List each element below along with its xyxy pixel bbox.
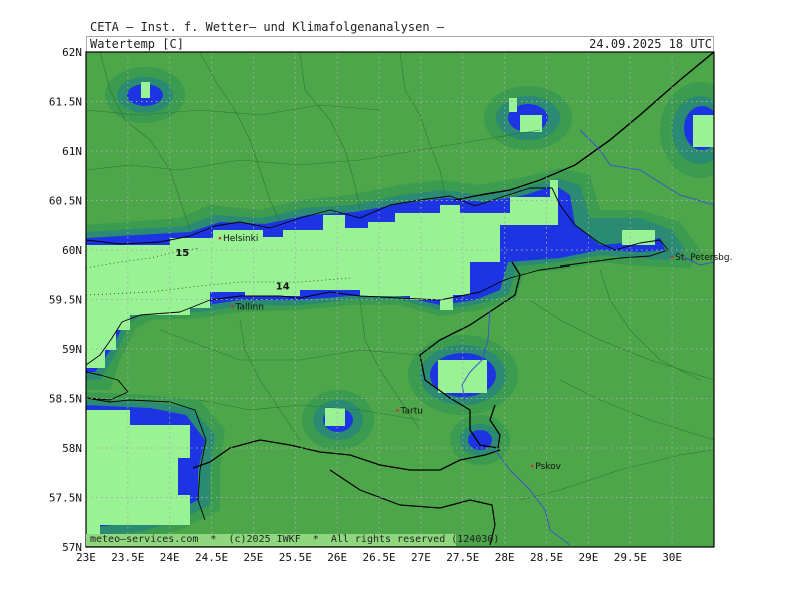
lon-label: 26.5E — [363, 551, 396, 564]
lake-small-nw — [141, 82, 150, 98]
longitude-labels: 23E 23.5E 24E 24.5E 25E 25.5E 26E 26.5E 27E 27.5E… — [76, 551, 682, 564]
contour-label: 14 — [276, 282, 290, 293]
city-label: Tartu — [399, 406, 422, 416]
contour-label: 15 — [175, 248, 189, 259]
lat-label: 59N — [62, 343, 82, 356]
lon-label: 24E — [160, 551, 180, 564]
lake-ne-2 — [520, 115, 542, 132]
lon-label: 25E — [244, 551, 264, 564]
lat-label: 59.5N — [49, 294, 82, 307]
lon-label: 28E — [495, 551, 515, 564]
lon-label: 30E — [662, 551, 682, 564]
city-marker — [218, 236, 222, 240]
lake-vortsjarv — [325, 408, 345, 426]
lat-label: 60N — [62, 244, 82, 257]
lon-label: 27.5E — [446, 551, 479, 564]
city-label: Helsinki — [223, 234, 258, 244]
lake-ladoga-edge — [693, 115, 714, 147]
lon-label: 26E — [327, 551, 347, 564]
city-label: St. Petersbg. — [675, 253, 732, 263]
copyright-footer: meteo—services.com * (c)2025 IWKF * All … — [90, 534, 500, 545]
city-marker — [670, 255, 674, 259]
lake-east — [622, 230, 655, 245]
lon-label: 25.5E — [279, 551, 312, 564]
latitude-labels: 62N 61.5N 61N 60.5N 60N 59.5N 59N 58.5N 58N 57.5N… — [49, 46, 82, 554]
city-marker — [396, 409, 399, 412]
city-marker — [530, 464, 534, 468]
lon-label: 29E — [578, 551, 598, 564]
lat-label: 61N — [62, 145, 82, 158]
lat-label: 60.5N — [49, 195, 82, 208]
water-temperature-map: 62N 61.5N 61N 60.5N 60N 59.5N 59N 58.5N 58N 57.5N… — [49, 46, 733, 564]
lat-label: 62N — [62, 46, 82, 59]
lon-label: 23E — [76, 551, 96, 564]
lon-label: 24.5E — [195, 551, 228, 564]
gulf-of-riga — [86, 410, 190, 540]
city-label: Tallinn — [235, 302, 264, 312]
lon-label: 27E — [411, 551, 431, 564]
lon-label: 28.5E — [530, 551, 563, 564]
lat-label: 61.5N — [49, 96, 82, 109]
city-marker — [231, 305, 234, 308]
lat-label: 58N — [62, 442, 82, 455]
lat-label: 57.5N — [49, 492, 82, 505]
lon-label: 23.5E — [111, 551, 144, 564]
lake-ne-1 — [509, 98, 517, 112]
city-label: Pskov — [535, 462, 561, 472]
lat-label: 58.5N — [49, 393, 82, 406]
lon-label: 29.5E — [614, 551, 647, 564]
